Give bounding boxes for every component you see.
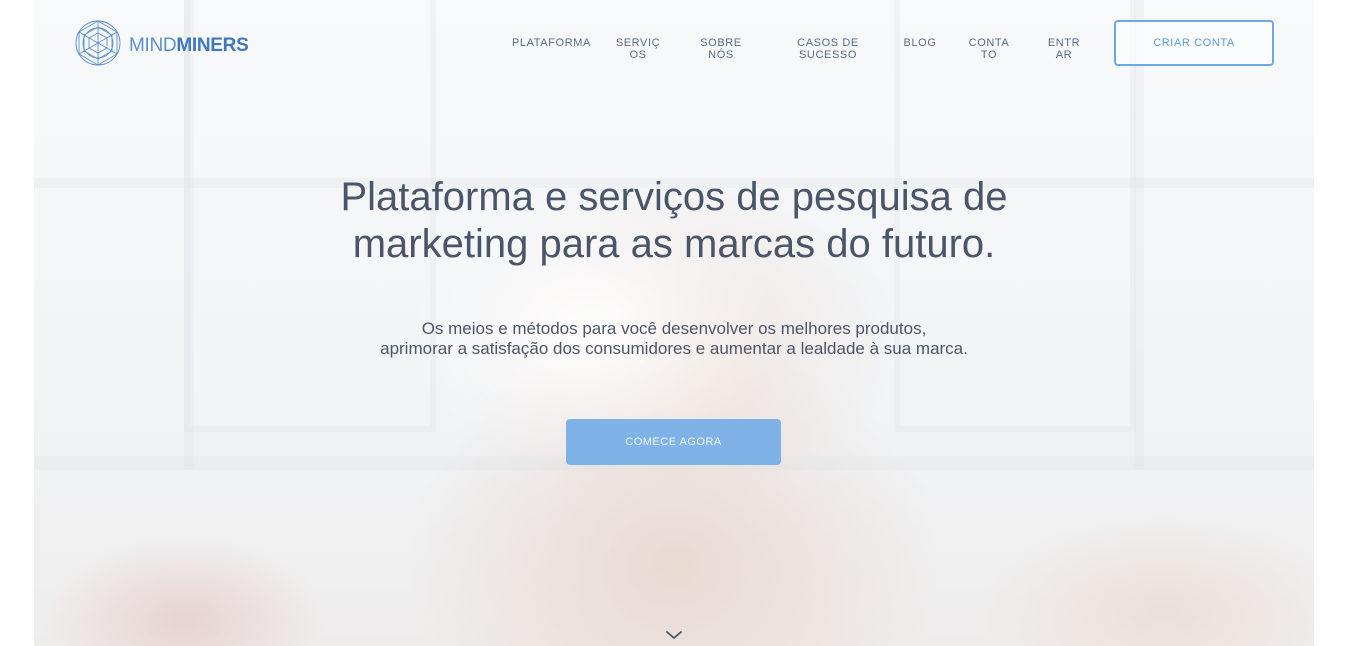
nav-entrar[interactable]: ENTRAR bbox=[1045, 37, 1083, 61]
hero-headline-line-1: Plataforma e serviços de pesquisa de bbox=[340, 175, 1008, 219]
comece-agora-button[interactable]: COMECE AGORA bbox=[566, 419, 781, 465]
hero-headline: Plataforma e serviços de pesquisa de mar… bbox=[274, 174, 1074, 268]
geodesic-sphere-icon bbox=[74, 19, 122, 72]
hero-subheadline-line-1: Os meios e métodos para você desenvolver… bbox=[421, 319, 927, 338]
brand-wordmark: MINDMINERS bbox=[129, 34, 249, 56]
nav-servicos[interactable]: SERVIÇOS bbox=[614, 37, 662, 61]
site-header: MINDMINERS PLATAFORMA SERVIÇOS SOBRE NÓS… bbox=[0, 0, 1348, 86]
nav-sobre-nos[interactable]: SOBRE NÓS bbox=[700, 37, 742, 61]
hero-headline-line-2: marketing para as marcas do futuro. bbox=[352, 222, 996, 266]
nav-contato[interactable]: CONTATO bbox=[966, 37, 1012, 61]
nav-blog[interactable]: BLOG bbox=[902, 37, 938, 49]
brand-logo[interactable]: MINDMINERS bbox=[74, 19, 249, 72]
chevron-down-icon[interactable] bbox=[665, 628, 683, 640]
criar-conta-button[interactable]: CRIAR CONTA bbox=[1114, 20, 1274, 66]
hero-subheadline: Os meios e métodos para você desenvolver… bbox=[324, 319, 1024, 359]
hero-subheadline-line-2: aprimorar a satisfação dos consumidores … bbox=[380, 339, 968, 358]
nav-plataforma[interactable]: PLATAFORMA bbox=[512, 37, 590, 49]
nav-casos-de-sucesso[interactable]: CASOS DE SUCESSO bbox=[792, 37, 864, 61]
